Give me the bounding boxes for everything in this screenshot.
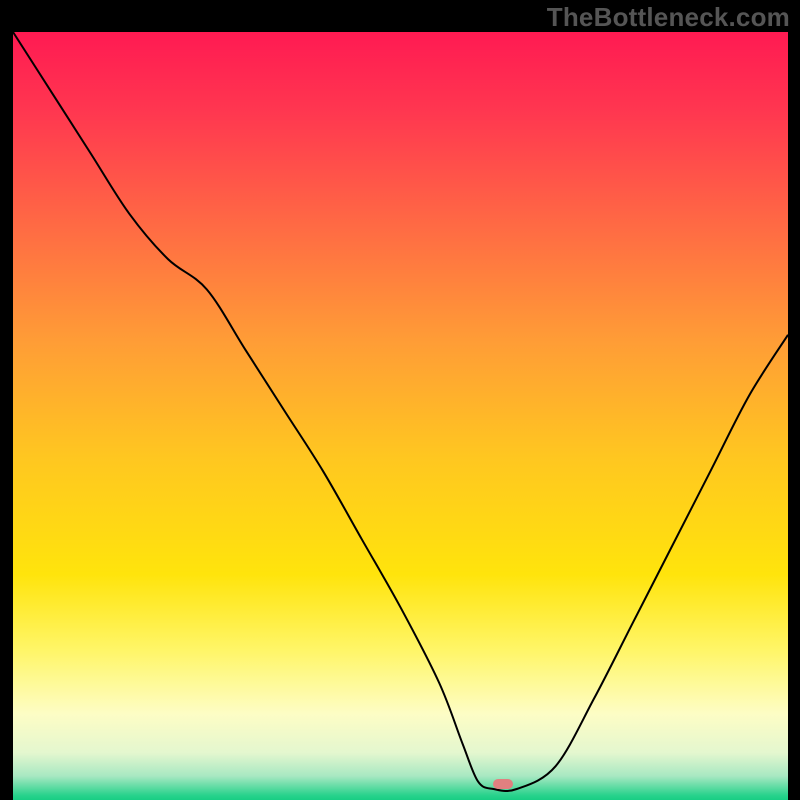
chart-stage: TheBottleneck.com [0, 0, 800, 800]
bottleneck-curve [13, 32, 788, 789]
watermark-text: TheBottleneck.com [547, 2, 790, 33]
plot-area [13, 32, 788, 789]
optimal-point-marker [493, 779, 513, 789]
